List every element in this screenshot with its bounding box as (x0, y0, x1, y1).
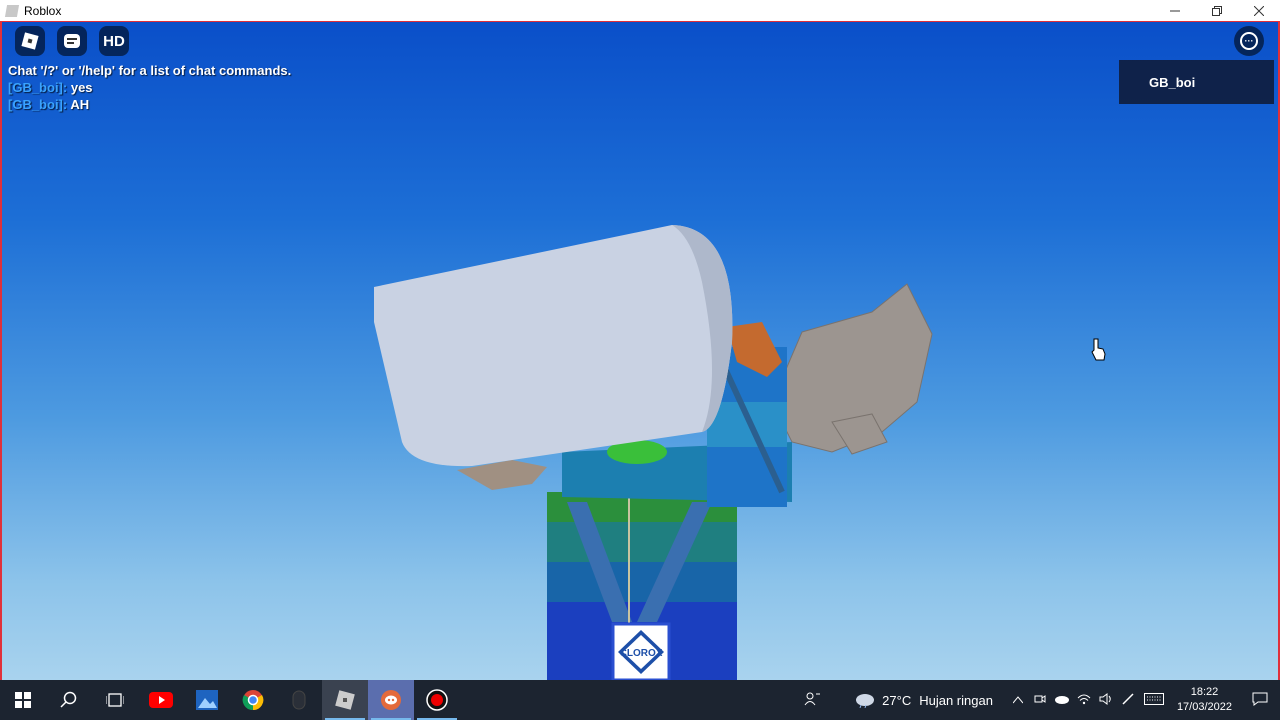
restore-icon (1212, 5, 1222, 16)
recorder-icon (426, 689, 448, 711)
chat-message-text: AH (70, 97, 90, 112)
search-button[interactable] (46, 680, 92, 720)
chat-toggle-button[interactable] (57, 26, 87, 56)
task-view-icon (106, 693, 124, 707)
hand-cursor-icon (1091, 338, 1106, 361)
onedrive-cloud-icon (1054, 696, 1069, 704)
notifications-button[interactable] (1240, 692, 1280, 709)
show-hidden-icons-button[interactable] (1007, 693, 1029, 707)
search-icon (60, 691, 77, 708)
close-icon (1254, 5, 1264, 16)
photos-icon (196, 690, 218, 710)
more-options-icon: ··· (1240, 32, 1258, 50)
close-button[interactable] (1238, 0, 1280, 21)
taskbar-app-chrome[interactable] (230, 680, 276, 720)
taskbar-app-roblox[interactable] (322, 680, 368, 720)
pen-icon (1122, 692, 1134, 705)
chrome-icon (242, 690, 264, 711)
minimize-button[interactable] (1154, 0, 1196, 21)
clorox-logo: CLOROX (611, 622, 671, 680)
chat-message-sender[interactable]: [GB_boi]: (8, 97, 67, 112)
wifi-icon (1077, 694, 1091, 704)
rain-cloud-icon (856, 694, 875, 708)
clock-time: 18:22 (1190, 686, 1219, 698)
chat-system-message: Chat '/?' or '/help' for a list of chat … (8, 63, 292, 78)
roblox-logo-icon (21, 32, 39, 50)
window-title: Roblox (24, 3, 62, 18)
tray-meet-button[interactable] (1029, 693, 1051, 708)
hd-label: HD (103, 32, 125, 50)
tray-pen-button[interactable] (1117, 692, 1139, 709)
roblox-menu-button[interactable] (15, 26, 45, 56)
clock-date: 17/03/2022 (1176, 701, 1232, 713)
chat-icon (64, 34, 80, 48)
weather-widget[interactable]: 27°C Hujan ringan (854, 692, 993, 708)
chat-message-sender[interactable]: [GB_boi]: (8, 80, 67, 95)
player-list: GB_boi (1119, 60, 1274, 104)
chevron-up-icon (1012, 696, 1024, 704)
meet-now-icon (1034, 694, 1046, 703)
people-button[interactable] (792, 691, 832, 710)
volume-icon (1099, 692, 1111, 705)
system-tray: 27°C Hujan ringan 18:22 17/03/2022 (792, 680, 1280, 720)
game-scene: CLOROX (374, 225, 1106, 680)
chat-message: [GB_boi]: AH (8, 96, 291, 113)
discord-icon (381, 690, 401, 710)
taskbar-app-mouse[interactable] (276, 680, 322, 720)
weather-desc: Hujan ringan (919, 692, 993, 708)
keyboard-icon (1143, 692, 1164, 705)
start-icon (15, 692, 31, 708)
paper-prop-right (771, 283, 933, 455)
minimize-icon (1170, 10, 1180, 11)
clorox-logo-text: CLOROX (620, 648, 663, 659)
youtube-icon (149, 692, 173, 708)
tray-keyboard-button[interactable] (1139, 692, 1169, 708)
notification-icon (1252, 692, 1268, 706)
chat-window: Chat '/?' or '/help' for a list of chat … (8, 62, 291, 113)
weather-temp: 27°C (882, 692, 912, 708)
hd-button[interactable]: HD (99, 26, 129, 56)
white-cylinder-prop (374, 225, 733, 467)
start-button[interactable] (0, 680, 46, 720)
taskbar-app-photos[interactable] (184, 680, 230, 720)
windows-taskbar: 27°C Hujan ringan 18:22 17/03/2022 (0, 680, 1280, 720)
player-list-entry[interactable]: GB_boi (1149, 75, 1195, 90)
chat-message-text: yes (70, 80, 93, 95)
window-titlebar: Roblox (0, 0, 1280, 21)
game-viewport[interactable]: CLOROX HD ··· Chat '/?' or '/help' for a… (0, 21, 1280, 680)
taskbar-app-youtube[interactable] (138, 680, 184, 720)
taskbar-app-discord[interactable] (368, 680, 414, 720)
taskbar-clock[interactable]: 18:22 17/03/2022 (1177, 685, 1232, 715)
taskbar-app-recorder[interactable] (414, 680, 460, 720)
tray-onedrive-button[interactable] (1051, 693, 1073, 707)
roblox-app-icon (4, 4, 20, 17)
tray-wifi-button[interactable] (1073, 693, 1095, 708)
chat-message: [GB_boi]: yes (8, 79, 291, 96)
window-controls (1154, 0, 1280, 21)
mouse-app-icon (292, 690, 306, 710)
tray-volume-button[interactable] (1095, 692, 1117, 708)
more-options-button[interactable]: ··· (1234, 26, 1264, 56)
task-view-button[interactable] (92, 680, 138, 720)
roblox-icon (335, 690, 355, 710)
people-icon (804, 692, 821, 705)
restore-button[interactable] (1196, 0, 1238, 21)
